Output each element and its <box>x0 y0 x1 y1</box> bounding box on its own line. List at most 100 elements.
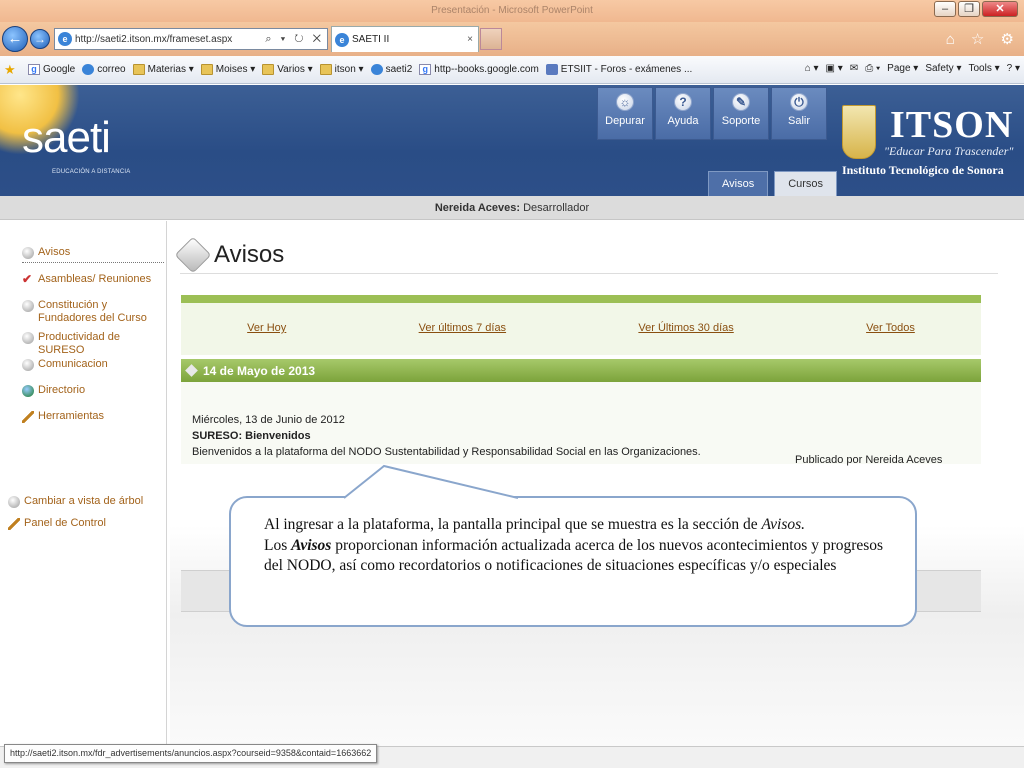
sidebar-item-constitucion[interactable]: Constitución y Fundadores del Curso <box>22 299 164 325</box>
folder-icon <box>200 64 213 75</box>
tab-cursos[interactable]: Cursos <box>774 171 838 196</box>
forward-button[interactable]: → <box>30 29 50 49</box>
sidebar-tree-view-link[interactable]: Cambiar a vista de árbol <box>8 495 143 508</box>
bullet-icon <box>8 496 20 508</box>
new-tab-button[interactable] <box>480 28 502 50</box>
restore-button[interactable]: ❐ <box>958 1 980 17</box>
saeti-logo: saeti <box>22 113 111 162</box>
globe-icon <box>22 385 34 397</box>
notice-author: Publicado por Nereida Aceves <box>795 454 943 466</box>
folder-icon <box>262 64 275 75</box>
back-arrow-icon: ← <box>7 30 23 47</box>
fav-correo[interactable]: correo <box>82 64 126 75</box>
home-favorites-settings-icons[interactable]: ⌂ ☆ ⚙ <box>946 30 1020 48</box>
bullet-icon <box>22 300 34 312</box>
sidebar-control-panel-link[interactable]: Panel de Control <box>8 517 106 530</box>
sidebar-item-comunicacion[interactable]: Comunicacion <box>22 358 108 371</box>
main-content: Avisos Ver Hoy Ver últimos 7 días Ver Úl… <box>170 221 1024 746</box>
back-button[interactable]: ← <box>2 26 28 52</box>
feeds-menu-button[interactable]: ▣ ▾ <box>826 63 843 74</box>
fav-google[interactable]: g Google <box>28 64 75 75</box>
callout-pointer <box>343 464 519 499</box>
notice-item: Miércoles, 13 de Junio de 2012 SURESO: B… <box>181 382 981 466</box>
tab-avisos[interactable]: Avisos <box>708 171 769 196</box>
address-controls[interactable]: ⌕ ▾ ↻ ✕ <box>265 33 327 46</box>
logo-subtitle: EDUCACIÓN A DISTANCIA <box>52 169 131 175</box>
fav-moises[interactable]: Moises ▾ <box>200 64 255 75</box>
print-menu-button[interactable]: ⎙ ▾ <box>865 63 880 74</box>
salir-button[interactable]: ⏻ Salir <box>771 87 827 140</box>
ie-page-icon <box>82 64 95 75</box>
sidebar-item-avisos[interactable]: Avisos <box>22 246 164 263</box>
folder-icon <box>132 64 145 75</box>
sidebar: Avisos ✔ Asambleas/ Reuniones Constitució… <box>0 221 167 746</box>
page-menu-button[interactable]: Page ▾ <box>887 63 918 74</box>
hammer-icon <box>22 411 34 423</box>
callout-box: Al ingresar a la plataforma, la pantalla… <box>229 496 917 627</box>
address-bar[interactable]: e http://saeti2.itson.mx/frameset.aspx ⌕… <box>54 28 328 50</box>
site-icon <box>545 64 558 75</box>
callout-text: Al ingresar a la plataforma, la pantalla… <box>264 516 884 574</box>
favorites-star[interactable]: ★ <box>4 63 21 76</box>
diamond-icon <box>185 364 198 377</box>
minimize-button[interactable]: – <box>934 1 956 17</box>
sidebar-item-directorio[interactable]: Directorio <box>22 384 85 397</box>
window-title: Presentación - Microsoft PowerPoint <box>431 5 593 16</box>
wrench-icon: ✎ <box>732 93 750 111</box>
filter-7-days-link[interactable]: Ver últimos 7 días <box>419 322 506 334</box>
depurar-button[interactable]: ☼ Depurar <box>597 87 653 140</box>
user-role: Desarrollador <box>523 202 590 214</box>
tools-menu-button[interactable]: Tools ▾ <box>968 63 999 74</box>
tab-close-button[interactable]: × <box>467 34 478 45</box>
checkmark-icon: ✔ <box>22 272 34 286</box>
page-title: Avisos <box>214 241 285 268</box>
sidebar-item-asambleas[interactable]: ✔ Asambleas/ Reuniones <box>22 273 151 286</box>
help-icon: ? <box>674 93 692 111</box>
sun-icon: ☼ <box>616 93 634 111</box>
browser-tab[interactable]: e SAETI II × <box>331 26 479 52</box>
power-icon: ⏻ <box>790 93 808 111</box>
filter-30-days-link[interactable]: Ver Últimos 30 días <box>638 322 733 334</box>
itson-logo: ITSON "Educar Para Trascender" Instituto… <box>842 103 1017 183</box>
itson-motto: "Educar Para Trascender" <box>884 144 1014 158</box>
window-title-bar: Presentación - Microsoft PowerPoint – ❐ … <box>0 0 1024 22</box>
fav-saeti2[interactable]: saeti2 <box>370 64 412 75</box>
close-window-button[interactable]: ✕ <box>982 1 1018 17</box>
notice-body: Bienvenidos a la plataforma del NODO Sus… <box>192 446 701 458</box>
soporte-button[interactable]: ✎ Soporte <box>713 87 769 140</box>
fav-etsiit[interactable]: ETSIIT - Foros - exámenes ... <box>545 64 692 75</box>
forward-arrow-icon: → <box>34 32 46 46</box>
status-url: http://saeti2.itson.mx/fdr_advertisement… <box>4 744 378 763</box>
g-icon: g <box>419 64 432 75</box>
help-menu-button[interactable]: ? ▾ <box>1007 63 1020 74</box>
address-text[interactable]: http://saeti2.itson.mx/frameset.aspx <box>75 34 265 45</box>
bullet-icon <box>22 359 34 371</box>
fav-varios[interactable]: Varios ▾ <box>262 64 313 75</box>
itson-name: ITSON <box>890 104 1014 146</box>
filter-today-link[interactable]: Ver Hoy <box>247 322 286 334</box>
fav-materias[interactable]: Materias ▾ <box>132 64 194 75</box>
page-header: Avisos <box>174 236 998 274</box>
user-name: Nereida Aceves: <box>434 202 521 214</box>
user-bar: Nereida Aceves: Desarrollador <box>0 196 1024 220</box>
home-menu-button[interactable]: ⌂ ▾ <box>805 63 819 74</box>
ie-page-icon <box>370 64 383 75</box>
date-header: 14 de Mayo de 2013 <box>181 359 981 382</box>
hammer-icon <box>8 518 20 530</box>
sidebar-item-herramientas[interactable]: Herramientas <box>22 410 104 423</box>
ie-page-icon: e <box>58 32 72 46</box>
fav-itson[interactable]: itson ▾ <box>319 64 364 75</box>
filter-all-link[interactable]: Ver Todos <box>866 322 915 334</box>
ayuda-button[interactable]: ? Ayuda <box>655 87 711 140</box>
browser-nav-bar: ← → e http://saeti2.itson.mx/frameset.as… <box>0 22 1024 56</box>
favorites-bar: ★ g Google correo Materias ▾ Moises ▾ Var… <box>0 56 1024 84</box>
g-icon: g <box>28 64 40 75</box>
mail-button[interactable]: ✉ <box>850 63 858 74</box>
notice-icon <box>174 236 212 274</box>
top-buttons: ☼ Depurar ? Ayuda ✎ Soporte ⏻ Salir <box>597 87 827 140</box>
status-bar: http://saeti2.itson.mx/fdr_advertisement… <box>0 744 1024 768</box>
notice-title[interactable]: SURESO: Bienvenidos <box>192 430 311 442</box>
fav-books-google[interactable]: g http--books.google.com <box>419 64 539 75</box>
sidebar-item-productividad[interactable]: Productividad de SURESO <box>22 331 166 357</box>
safety-menu-button[interactable]: Safety ▾ <box>925 63 961 74</box>
